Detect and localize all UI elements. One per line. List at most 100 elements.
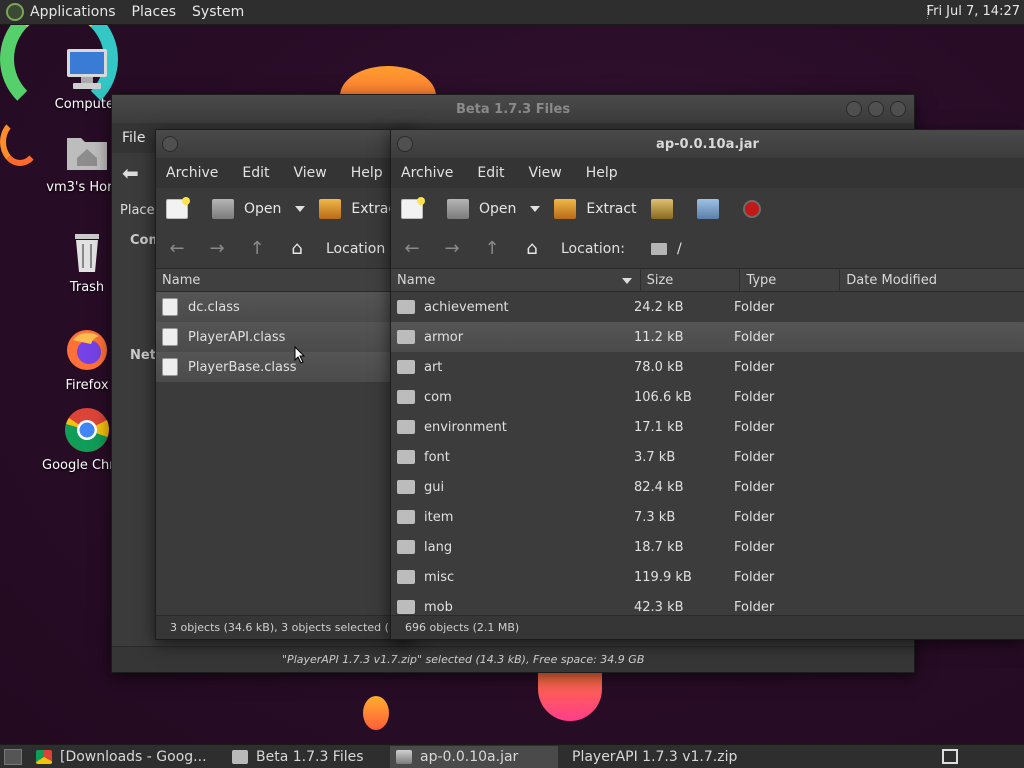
back-icon[interactable]: ← [401, 238, 423, 260]
cell-name: lang [391, 540, 634, 555]
table-row[interactable]: gui 82.4 kB Folder [391, 472, 1024, 502]
column-type[interactable]: Type [740, 269, 841, 291]
up-icon[interactable]: ↑ [246, 238, 268, 260]
cell-type: Folder [734, 539, 775, 555]
cell-type: Folder [734, 329, 775, 345]
menu-file[interactable]: File [122, 130, 145, 146]
column-size[interactable]: Size [641, 269, 741, 291]
forward-icon[interactable]: → [206, 238, 228, 260]
table-row[interactable]: achievement 24.2 kB Folder [391, 292, 1024, 322]
location-path[interactable]: / [677, 241, 682, 257]
chrome-icon [65, 408, 109, 452]
taskbar-item[interactable]: PlayerAPI 1.7.3 v1.7.zip [558, 746, 737, 768]
close-button[interactable] [397, 136, 413, 152]
menu-archive[interactable]: Archive [401, 165, 453, 181]
window-titlebar[interactable] [156, 130, 414, 158]
forward-icon[interactable]: → [441, 238, 463, 260]
distro-logo-icon[interactable] [6, 3, 24, 21]
wallpaper-shape [538, 665, 602, 721]
table-row[interactable]: art 78.0 kB Folder [391, 352, 1024, 382]
add-folder-icon [696, 199, 719, 219]
table-row[interactable]: font 3.7 kB Folder [391, 442, 1024, 472]
status-bar: 3 objects (34.6 kB), 3 objects selected … [156, 615, 414, 639]
column-name[interactable]: Name [391, 269, 641, 291]
cell-type: Folder [734, 479, 775, 495]
table-row[interactable]: misc 119.9 kB Folder [391, 562, 1024, 592]
menu-help[interactable]: Help [586, 165, 618, 181]
cell-size: 82.4 kB [634, 479, 684, 495]
open-button[interactable]: Open [447, 199, 516, 219]
archive-icon [396, 749, 412, 764]
folder-name: mob [424, 599, 453, 615]
column-date-modified[interactable]: Date Modified [840, 269, 1024, 291]
back-arrow-icon[interactable]: ⬅ [122, 161, 139, 185]
status-text: 696 objects (2.1 MB) [405, 621, 520, 634]
file-row[interactable]: PlayerAPI.class [156, 322, 414, 352]
menu-view[interactable]: View [294, 165, 327, 181]
archive-window-jar: ap-0.0.10a.jar Archive Edit View Help Op… [390, 129, 1024, 640]
minimize-button[interactable] [846, 101, 862, 117]
menu-archive[interactable]: Archive [166, 165, 218, 181]
cell-size: 18.7 kB [634, 539, 684, 555]
open-icon [447, 199, 469, 219]
menu-help[interactable]: Help [351, 165, 383, 181]
taskbar-item[interactable]: Beta 1.7.3 Files [226, 746, 390, 768]
close-button[interactable] [890, 101, 906, 117]
folder-name: com [424, 389, 452, 405]
file-name: PlayerAPI.class [188, 329, 286, 345]
workspace-switcher-icon[interactable] [942, 749, 958, 764]
show-desktop-icon[interactable] [4, 748, 22, 765]
open-button[interactable]: Open [212, 199, 281, 219]
menu-system[interactable]: System [192, 4, 244, 20]
table-row[interactable]: lang 18.7 kB Folder [391, 532, 1024, 562]
class-file-icon [162, 358, 178, 376]
table-row[interactable]: com 106.6 kB Folder [391, 382, 1024, 412]
stop-button[interactable] [742, 200, 761, 218]
folder-icon [650, 243, 667, 255]
menu-view[interactable]: View [529, 165, 562, 181]
cell-size: 78.0 kB [634, 359, 684, 375]
maximize-button[interactable] [868, 101, 884, 117]
open-dropdown-icon[interactable] [530, 206, 541, 212]
new-archive-icon [401, 197, 425, 219]
up-icon[interactable]: ↑ [481, 238, 503, 260]
taskbar-item[interactable]: ap-0.0.10a.jar [390, 745, 558, 768]
new-button[interactable] [401, 197, 433, 219]
menu-edit[interactable]: Edit [477, 165, 504, 181]
folder-name: misc [424, 569, 455, 585]
window-titlebar[interactable]: ap-0.0.10a.jar [391, 130, 1024, 158]
folder-icon [232, 749, 248, 764]
menu-applications[interactable]: Applications [30, 4, 116, 20]
column-header: Name [156, 268, 414, 292]
cell-size: 3.7 kB [634, 449, 676, 465]
file-name: dc.class [188, 299, 240, 315]
open-label: Open [479, 201, 517, 217]
extract-icon [554, 199, 577, 219]
menubar: Archive Edit View Help [391, 158, 1024, 188]
home-icon[interactable]: ⌂ [521, 238, 543, 260]
add-folder-button[interactable] [696, 199, 729, 219]
back-icon[interactable]: ← [166, 238, 188, 260]
new-button[interactable] [166, 197, 198, 219]
folder-name: environment [424, 419, 507, 435]
column-name[interactable]: Name [156, 269, 414, 291]
menu-places[interactable]: Places [132, 4, 177, 20]
extract-label: Extract [586, 201, 637, 217]
table-row[interactable]: armor 11.2 kB Folder [391, 322, 1024, 352]
menu-edit[interactable]: Edit [242, 165, 269, 181]
home-icon[interactable]: ⌂ [286, 238, 308, 260]
taskbar-item[interactable]: [Downloads - Goog... [30, 746, 226, 768]
clock[interactable]: Fri Jul 7, 14:27 [927, 4, 1020, 19]
table-row[interactable]: item 7.3 kB Folder [391, 502, 1024, 532]
add-files-button[interactable] [650, 199, 683, 219]
file-row[interactable]: dc.class [156, 292, 414, 322]
toolbar: Open Extract [156, 188, 414, 230]
open-dropdown-icon[interactable] [295, 206, 306, 212]
location-bar: ← → ↑ ⌂ Location: / [391, 230, 1024, 268]
file-row[interactable]: PlayerBase.class [156, 352, 414, 382]
close-button[interactable] [162, 136, 178, 152]
taskbar-item-label: [Downloads - Goog... [60, 748, 207, 765]
extract-button[interactable]: Extract [554, 199, 637, 219]
table-row[interactable]: environment 17.1 kB Folder [391, 412, 1024, 442]
window-titlebar[interactable]: Beta 1.7.3 Files [112, 95, 914, 123]
